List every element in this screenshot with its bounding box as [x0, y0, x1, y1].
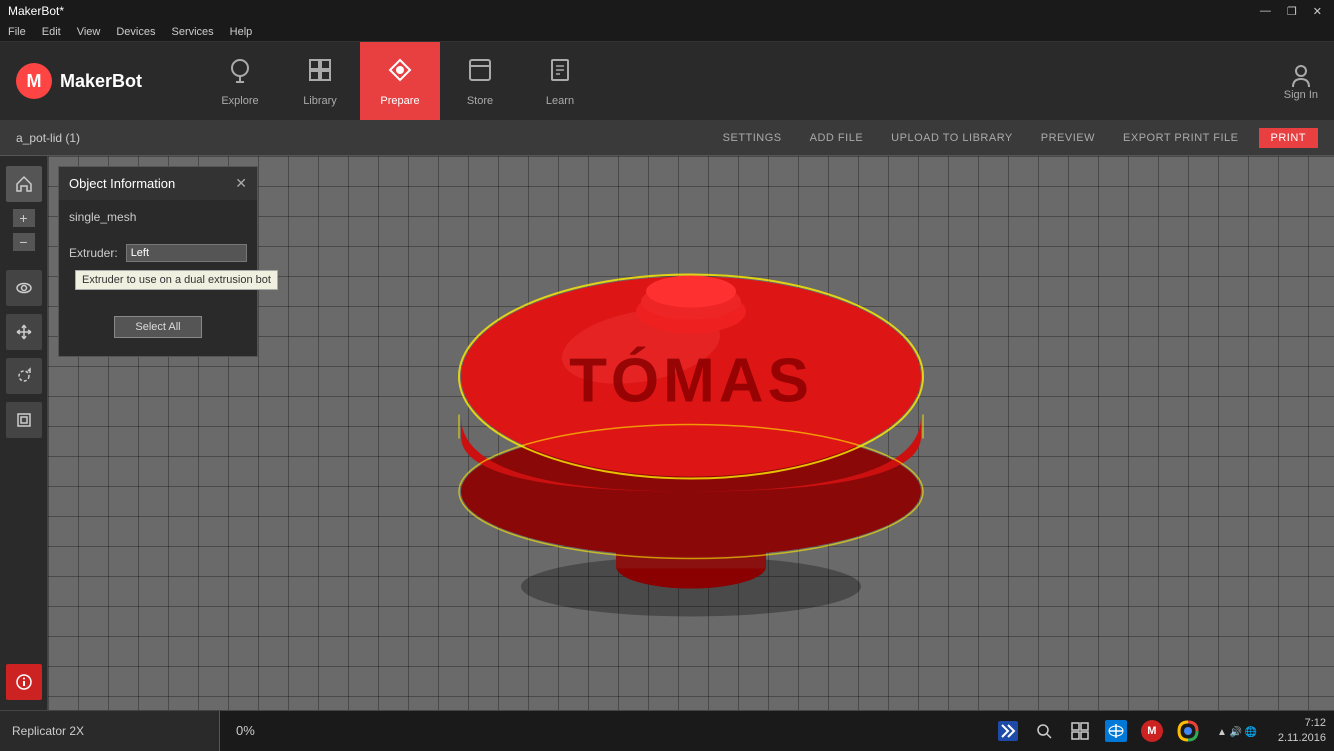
- viewport[interactable]: TÓMAS Object Information ✕ single_mesh E…: [48, 156, 1334, 710]
- move-button[interactable]: [6, 314, 42, 350]
- menu-edit[interactable]: Edit: [42, 26, 61, 38]
- extruder-tooltip: Extruder to use on a dual extrusion bot: [75, 270, 278, 290]
- window-controls: — ❐ ✕: [1256, 5, 1326, 18]
- panel-title: Object Information: [69, 176, 175, 191]
- info-button[interactable]: [6, 664, 42, 700]
- progress-value: 0%: [236, 723, 255, 738]
- extruder-label: Extruder:: [69, 246, 118, 260]
- panel-body: single_mesh Extruder: Left Right Extrude…: [59, 200, 257, 356]
- system-clock: 7:12 2.11.2016: [1278, 716, 1326, 745]
- nav-store-label: Store: [467, 95, 493, 107]
- nav-learn-label: Learn: [546, 95, 574, 107]
- close-button[interactable]: ✕: [1309, 5, 1326, 18]
- svg-text:TÓMAS: TÓMAS: [569, 347, 813, 416]
- learn-icon: [546, 56, 574, 91]
- start-button[interactable]: [994, 717, 1022, 745]
- titlebar: MakerBot* — ❐ ✕: [0, 0, 1334, 22]
- signin-button[interactable]: Sign In: [1284, 61, 1334, 101]
- upload-library-button[interactable]: UPLOAD TO LIBRARY: [883, 128, 1021, 148]
- zoom-in-button[interactable]: +: [13, 209, 35, 227]
- panel-close-button[interactable]: ✕: [235, 175, 247, 192]
- object-information-panel: Object Information ✕ single_mesh Extrude…: [58, 166, 258, 357]
- eye-button[interactable]: [6, 270, 42, 306]
- store-icon: [466, 56, 494, 91]
- topnav: M MakerBot Explore Library Prepare Store…: [0, 42, 1334, 120]
- menu-file[interactable]: File: [8, 26, 26, 38]
- search-taskbar-button[interactable]: [1030, 717, 1058, 745]
- preview-button[interactable]: PREVIEW: [1033, 128, 1103, 148]
- mesh-name: single_mesh: [69, 210, 247, 224]
- svg-text:▲ 🔊 🌐: ▲ 🔊 🌐: [1217, 725, 1257, 738]
- prepare-icon: [386, 56, 414, 91]
- bottombar: Replicator 2X 0% M ▲ 🔊 🌐 7:12 2.: [0, 710, 1334, 750]
- explore-icon: [226, 56, 254, 91]
- nav-library-label: Library: [303, 95, 337, 107]
- logo-icon: M: [16, 63, 52, 99]
- maximize-button[interactable]: ❐: [1283, 5, 1301, 18]
- project-name: a_pot-lid (1): [16, 131, 715, 145]
- 3d-object: TÓMAS: [441, 197, 941, 627]
- scale-button[interactable]: [6, 402, 42, 438]
- nav-learn[interactable]: Learn: [520, 42, 600, 120]
- select-all-button[interactable]: Select All: [114, 316, 201, 338]
- projectbar-actions: SETTINGS ADD FILE UPLOAD TO LIBRARY PREV…: [715, 128, 1318, 148]
- system-tray: ▲ 🔊 🌐: [1210, 724, 1270, 738]
- nav-explore[interactable]: Explore: [200, 42, 280, 120]
- clock-time: 7:12: [1278, 716, 1326, 730]
- menubar: File Edit View Devices Services Help: [0, 22, 1334, 42]
- nav-store[interactable]: Store: [440, 42, 520, 120]
- taskbar: M ▲ 🔊 🌐 7:12 2.11.2016: [986, 711, 1334, 751]
- minimize-button[interactable]: —: [1256, 5, 1275, 18]
- nav-library[interactable]: Library: [280, 42, 360, 120]
- taskview-button[interactable]: [1066, 717, 1094, 745]
- progress-info: 0%: [220, 723, 271, 738]
- settings-button[interactable]: SETTINGS: [715, 128, 790, 148]
- clock-date: 2.11.2016: [1278, 731, 1326, 745]
- chrome-taskbar-button[interactable]: [1174, 717, 1202, 745]
- signin-label: Sign In: [1284, 89, 1318, 101]
- extruder-row: Extruder: Left Right: [69, 244, 247, 262]
- home-button[interactable]: [6, 166, 42, 202]
- app-title: MakerBot*: [8, 4, 64, 18]
- leftsidebar: + −: [0, 156, 48, 710]
- add-file-button[interactable]: ADD FILE: [802, 128, 872, 148]
- export-print-button[interactable]: EXPORT PRINT FILE: [1115, 128, 1246, 148]
- menu-view[interactable]: View: [77, 26, 101, 38]
- nav-prepare-label: Prepare: [380, 95, 419, 107]
- print-button[interactable]: PRINT: [1259, 128, 1319, 148]
- logo-text: MakerBot: [60, 71, 142, 92]
- logo-area: M MakerBot: [0, 42, 200, 120]
- main-area: + −: [0, 156, 1334, 710]
- menu-help[interactable]: Help: [230, 26, 253, 38]
- menu-services[interactable]: Services: [171, 26, 213, 38]
- extruder-select[interactable]: Left Right: [126, 244, 247, 262]
- printer-name: Replicator 2X: [12, 724, 84, 738]
- nav-prepare[interactable]: Prepare: [360, 42, 440, 120]
- menu-devices[interactable]: Devices: [116, 26, 155, 38]
- panel-header: Object Information ✕: [59, 167, 257, 200]
- library-icon: [306, 56, 334, 91]
- printer-info: Replicator 2X: [0, 711, 220, 751]
- zoom-out-button[interactable]: −: [13, 233, 35, 251]
- browser-taskbar-button[interactable]: [1102, 717, 1130, 745]
- rotate-button[interactable]: [6, 358, 42, 394]
- nav-explore-label: Explore: [221, 95, 258, 107]
- projectbar: a_pot-lid (1) SETTINGS ADD FILE UPLOAD T…: [0, 120, 1334, 156]
- makerbot-taskbar-button[interactable]: M: [1138, 717, 1166, 745]
